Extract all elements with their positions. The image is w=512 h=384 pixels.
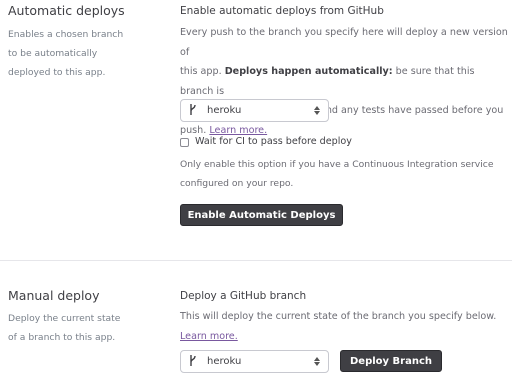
manual-deploy-paragraph: This will deploy the current state of th… <box>180 307 510 346</box>
auto-desc-line: Enables a chosen branch <box>8 29 124 40</box>
git-branch-icon <box>189 103 201 118</box>
ci-note-line: Only enable this option if you have a Co… <box>180 159 494 170</box>
auto-branch-value: heroku <box>207 105 242 116</box>
para-line: Learn more. <box>180 327 510 347</box>
manual-desc-line: of a branch to this app. <box>8 332 116 343</box>
ci-note-line: configured on your repo. <box>180 178 294 189</box>
auto-deploys-paragraph: Every push to the branch you specify her… <box>180 23 510 140</box>
para-text: push. <box>180 124 210 136</box>
section-divider <box>0 260 512 261</box>
para-line: This will deploy the current state of th… <box>180 311 497 322</box>
manual-learn-more-link[interactable]: Learn more. <box>180 331 238 342</box>
wait-for-ci-label: Wait for CI to pass before deploy <box>195 136 352 147</box>
auto-branch-select[interactable]: heroku <box>180 99 329 122</box>
para-bold: Deploys happen automatically: <box>224 66 393 77</box>
manual-deploy-title: Manual deploy <box>8 288 100 303</box>
auto-deploys-title: Automatic deploys <box>8 3 125 18</box>
auto-learn-more-link[interactable]: Learn more. <box>209 125 267 136</box>
manual-desc-line: Deploy the current state <box>8 313 121 324</box>
select-arrows-icon <box>312 357 322 366</box>
para-text: this app. <box>180 66 225 77</box>
ci-note: Only enable this option if you have a Co… <box>180 155 510 193</box>
para-line: Every push to the branch you specify her… <box>180 27 508 58</box>
deploy-branch-button[interactable]: Deploy Branch <box>340 350 442 372</box>
manual-deploy-heading: Deploy a GitHub branch <box>180 290 307 302</box>
wait-for-ci-checkbox[interactable] <box>180 138 189 147</box>
git-branch-icon <box>189 354 201 369</box>
enable-auto-deploys-button[interactable]: Enable Automatic Deploys <box>180 204 343 226</box>
manual-branch-value: heroku <box>207 356 242 367</box>
manual-deploy-desc: Deploy the current state of a branch to … <box>8 309 120 347</box>
para-line: this app. Deploys happen automatically: … <box>180 62 510 101</box>
auto-deploys-heading: Enable automatic deploys from GitHub <box>180 5 384 17</box>
auto-deploys-desc: Enables a chosen branch to be automatica… <box>8 25 123 82</box>
manual-branch-select[interactable]: heroku <box>180 350 329 373</box>
auto-desc-line: to be automatically <box>8 48 98 59</box>
auto-desc-line: deployed to this app. <box>8 67 106 78</box>
select-arrows-icon <box>312 106 322 115</box>
